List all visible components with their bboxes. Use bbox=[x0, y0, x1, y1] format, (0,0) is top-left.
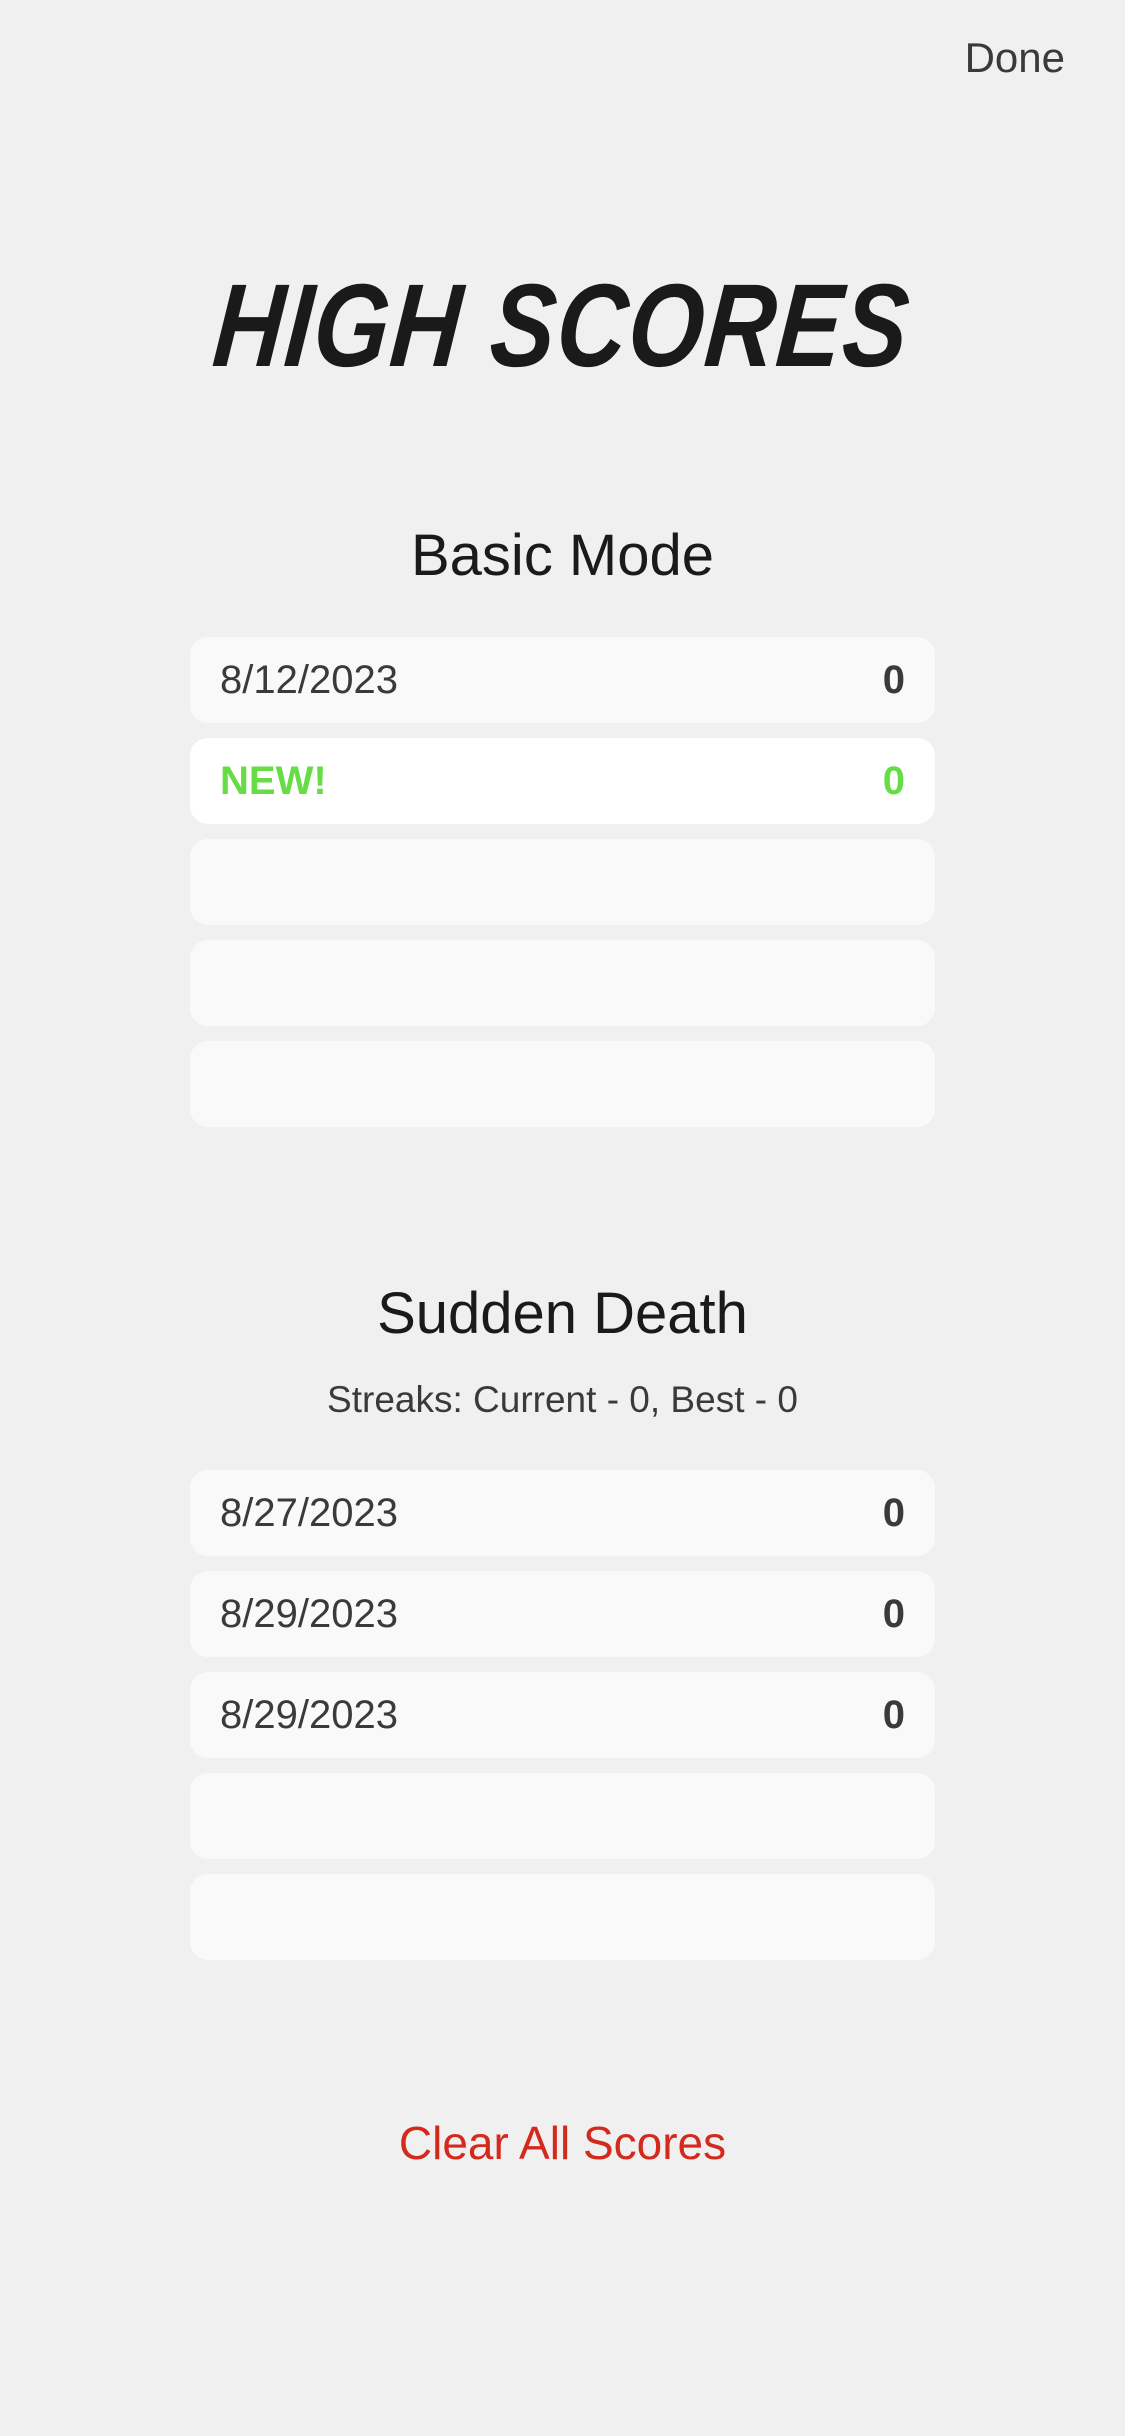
score-date: 8/12/2023 bbox=[220, 657, 398, 702]
new-badge: NEW! bbox=[220, 758, 327, 803]
sudden-death-scores-list: 8/27/2023 0 8/29/2023 0 8/29/2023 0 bbox=[190, 1470, 935, 1975]
page-title: HIGH SCORES bbox=[0, 258, 1125, 394]
score-value: 0 bbox=[882, 1490, 905, 1535]
score-date: 8/29/2023 bbox=[220, 1591, 398, 1636]
score-row: 8/12/2023 0 bbox=[190, 637, 935, 723]
score-row-empty bbox=[190, 1773, 935, 1859]
score-row: 8/27/2023 0 bbox=[190, 1470, 935, 1556]
score-date: 8/27/2023 bbox=[220, 1490, 398, 1535]
score-row: 8/29/2023 0 bbox=[190, 1571, 935, 1657]
score-row-empty bbox=[190, 940, 935, 1026]
streaks-text: Streaks: Current - 0, Best - 0 bbox=[327, 1379, 798, 1420]
score-value: 0 bbox=[882, 1692, 905, 1737]
score-date: 8/29/2023 bbox=[220, 1692, 398, 1737]
score-value: 0 bbox=[882, 758, 905, 803]
score-value: 0 bbox=[882, 657, 905, 702]
basic-mode-title: Basic Mode bbox=[410, 523, 715, 588]
score-row-empty bbox=[190, 1041, 935, 1127]
page-title-text: HIGH SCORES bbox=[209, 260, 916, 392]
score-row: 8/29/2023 0 bbox=[190, 1672, 935, 1758]
score-value: 0 bbox=[882, 1591, 905, 1636]
done-button[interactable]: Done bbox=[965, 34, 1065, 82]
score-row-empty bbox=[190, 1874, 935, 1960]
clear-all-scores-button[interactable]: Clear All Scores bbox=[0, 2116, 1125, 2170]
sudden-death-title: Sudden Death bbox=[377, 1281, 748, 1346]
basic-mode-scores-list: 8/12/2023 0 NEW! 0 bbox=[190, 637, 935, 1142]
score-row-new: NEW! 0 bbox=[190, 738, 935, 824]
score-row-empty bbox=[190, 839, 935, 925]
